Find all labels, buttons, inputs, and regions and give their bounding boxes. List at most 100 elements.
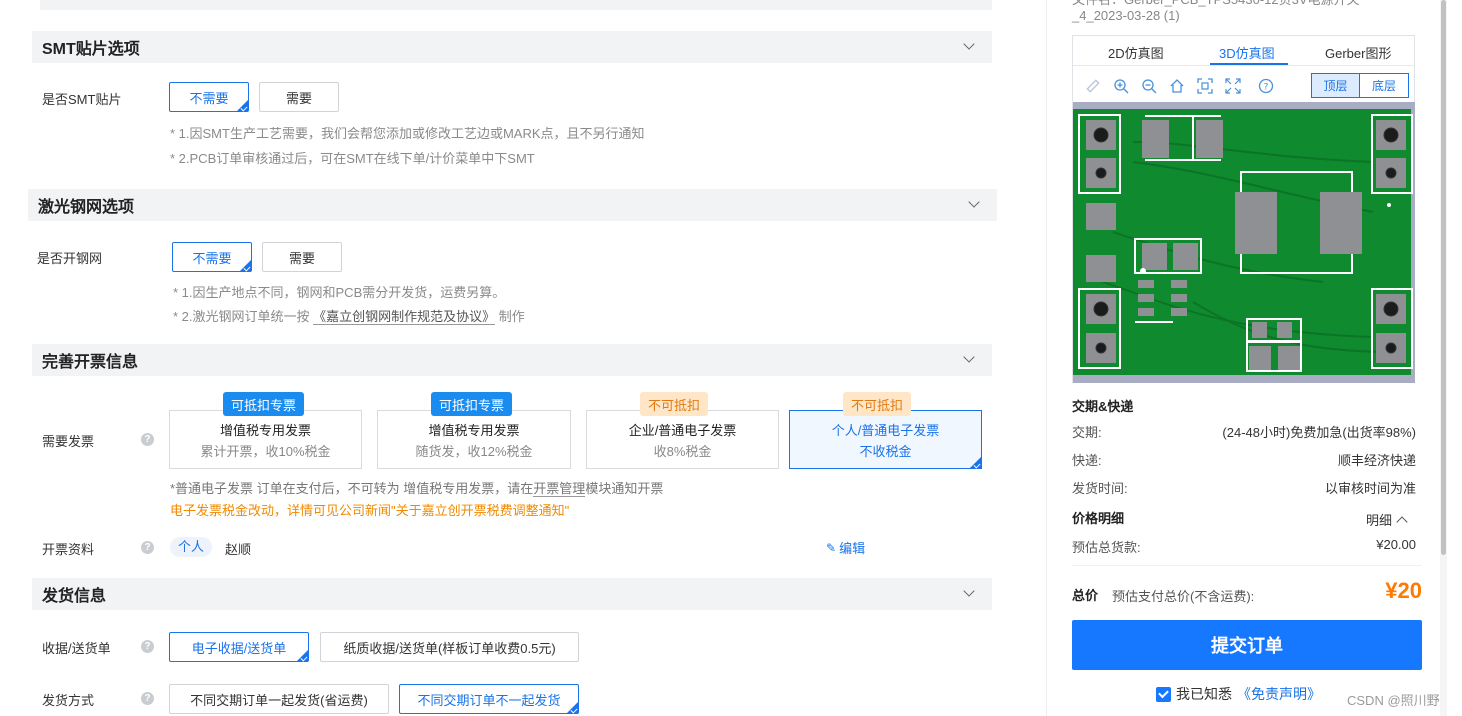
invoice-option-company-electronic[interactable]: 企业/普通电子发票 收8%税金	[586, 410, 779, 469]
courier-value: 顺丰经济快递	[1337, 453, 1416, 468]
deductible-badge: 可抵扣专票	[223, 392, 305, 416]
fit-view-icon[interactable]	[1196, 77, 1214, 95]
smt-option-yes[interactable]: 需要	[259, 82, 339, 112]
shipping-method-separate[interactable]: 不同交期订单不一起发货	[399, 684, 579, 714]
csdn-watermark: CSDN @照川野	[1347, 693, 1440, 708]
invoice-management-link[interactable]: 开票管理	[533, 481, 586, 497]
submit-order-label: 提交订单	[1211, 636, 1283, 656]
stencil-section-header[interactable]: 激光钢网选项	[28, 189, 997, 221]
price-detail-toggle-label: 明细	[1366, 513, 1393, 528]
chevron-down-icon[interactable]	[969, 200, 979, 210]
invoice-option-title: 增值税专用发票	[428, 422, 520, 438]
pcb-3d-view[interactable]	[1073, 102, 1415, 383]
invoice-data-label: 开票资料	[42, 542, 95, 557]
chevron-down-icon[interactable]	[964, 42, 974, 52]
top-card-remnant	[40, 0, 992, 10]
smt-section-header[interactable]: SMT贴片选项	[32, 31, 992, 63]
stencil-section-title: 激光钢网选项	[38, 199, 135, 216]
zoom-out-icon[interactable]	[1140, 77, 1158, 95]
layer-bottom-label: 底层	[1371, 79, 1396, 93]
tab-3d-label: 3D仿真图	[1219, 46, 1275, 61]
chevron-down-icon[interactable]	[964, 355, 974, 365]
invoice-option-desc: 随货发，收12%税金	[415, 443, 533, 459]
help-circle-icon[interactable]: ?	[1257, 77, 1275, 95]
fullscreen-icon[interactable]	[1224, 77, 1242, 95]
invoice-option-title: 个人/普通电子发票	[831, 422, 940, 438]
scrollbar-thumb[interactable]	[1441, 0, 1446, 555]
disclaimer-link[interactable]: 《免责声明》	[1237, 684, 1321, 704]
smt-label: 是否SMT贴片	[42, 92, 122, 107]
agree-checkbox[interactable]	[1156, 686, 1171, 702]
price-detail-toggle[interactable]: 明细	[1366, 510, 1408, 529]
receipt-option-electronic[interactable]: 电子收据/送货单	[169, 632, 309, 662]
smt-note-1: * 1.因SMT生产工艺需要，我们会帮您添加或修改工艺边或MARK点，且不另行通…	[170, 126, 645, 141]
invoice-option-vat-monthly[interactable]: 增值税专用发票 累计开票，收10%税金	[169, 410, 362, 469]
receipt-option-paper[interactable]: 纸质收据/送货单(样板订单收费0.5元)	[320, 632, 579, 662]
receipt-label: 收据/送货单	[42, 641, 111, 656]
invoice-note-1-suffix: 模块通知开票	[585, 481, 664, 496]
ruler-icon[interactable]	[1084, 77, 1102, 95]
tab-3d[interactable]: 3D仿真图	[1219, 43, 1275, 62]
help-icon[interactable]: ?	[141, 640, 154, 653]
stencil-option-no[interactable]: 不需要	[172, 242, 252, 272]
invoice-section-title: 完善开票信息	[42, 354, 139, 371]
svg-text:?: ?	[1264, 83, 1269, 93]
smt-option-no-label: 不需要	[189, 90, 229, 106]
invoice-option-title: 企业/普通电子发票	[628, 422, 737, 438]
stencil-note-2: * 2.激光钢网订单统一按 《嘉立创钢网制作规范及协议》 制作	[173, 306, 525, 325]
total-price: ¥20	[1385, 578, 1422, 603]
file-name-line-2: _4_2023-03-28 (1)	[1072, 8, 1180, 23]
invoice-option-desc: 不收税金	[859, 443, 912, 459]
home-icon[interactable]	[1168, 77, 1186, 95]
invoice-note-1: *普通电子发票 订单在支付后，不可转为 增值税专用发票，请在开票管理模块通知开票	[170, 478, 663, 497]
shipping-method-together[interactable]: 不同交期订单一起发货(省运费)	[169, 684, 389, 714]
stencil-option-no-label: 不需要	[192, 250, 232, 266]
stencil-option-yes[interactable]: 需要	[262, 242, 342, 272]
estimated-total-value: ¥20.00	[1376, 537, 1416, 552]
agree-row: 我已知悉 《免责声明》	[1156, 684, 1321, 704]
tab-gerber[interactable]: Gerber图形	[1325, 43, 1391, 62]
invoice-section-header[interactable]: 完善开票信息	[32, 344, 992, 376]
smt-option-yes-label: 需要	[285, 90, 312, 106]
shipping-section-header[interactable]: 发货信息	[32, 578, 992, 610]
tab-gerber-label: Gerber图形	[1325, 46, 1392, 61]
total-label: 总价	[1072, 588, 1099, 603]
invoice-option-vat-with-goods[interactable]: 增值税专用发票 随货发，收12%税金	[377, 410, 571, 469]
tab-2d-label: 2D仿真图	[1108, 46, 1164, 61]
agree-text: 我已知悉	[1176, 686, 1232, 702]
smt-option-no[interactable]: 不需要	[169, 82, 249, 112]
invoice-note-1-prefix: *普通电子发票 订单在支付后，不可转为 增值税专用发票，请在	[170, 481, 534, 496]
zoom-in-icon[interactable]	[1112, 77, 1130, 95]
pcb-board-graphic	[1073, 109, 1413, 375]
pencil-icon: ✎	[826, 540, 837, 555]
shipping-method-separate-label: 不同交期订单不一起发货	[417, 692, 561, 708]
layer-bottom-button[interactable]: 底层	[1359, 73, 1409, 98]
file-name: 文件名：Gerber_PCB_TPS5430-12负3V电源开关 _4_2023…	[1072, 0, 1360, 24]
invoice-note-2[interactable]: 电子发票税金改动，详情可见公司新闻"关于嘉立创开票税费调整通知"	[170, 500, 569, 519]
shipping-section-title: 发货信息	[42, 588, 107, 605]
non-deductible-badge: 不可抵扣	[843, 392, 912, 416]
tab-2d[interactable]: 2D仿真图	[1108, 43, 1164, 62]
invoice-label: 需要发票	[42, 434, 95, 449]
stencil-label: 是否开钢网	[37, 251, 103, 266]
file-name-line-1: 文件名：Gerber_PCB_TPS5430-12负3V电源开关	[1072, 0, 1360, 8]
invoice-edit-label: 编辑	[839, 541, 866, 556]
help-icon[interactable]: ?	[141, 541, 154, 554]
chevron-down-icon[interactable]	[964, 589, 974, 599]
ship-time-value: 以审核时间为准	[1324, 481, 1416, 496]
receipt-option-paper-label: 纸质收据/送货单(样板订单收费0.5元)	[343, 640, 556, 656]
invoice-edit-button[interactable]: ✎ 编辑	[826, 538, 865, 557]
tabs-divider	[1073, 65, 1414, 66]
estimated-total-label: 预估总货款:	[1072, 540, 1141, 555]
submit-order-button[interactable]: 提交订单	[1072, 620, 1422, 670]
smt-section-title: SMT贴片选项	[42, 41, 140, 58]
invoice-option-personal-electronic[interactable]: 个人/普通电子发票 不收税金	[789, 410, 982, 469]
stencil-spec-link[interactable]: 《嘉立创钢网制作规范及协议》	[313, 309, 496, 325]
lead-time-value: (24-48小时)免费加急(出货率98%)	[1222, 425, 1416, 440]
help-icon[interactable]: ?	[141, 692, 154, 705]
layer-top-button[interactable]: 顶层	[1311, 73, 1360, 98]
lead-time-label: 交期:	[1072, 425, 1102, 440]
stencil-option-yes-label: 需要	[288, 250, 315, 266]
price-title: 价格明细	[1072, 511, 1125, 526]
help-icon[interactable]: ?	[141, 433, 154, 446]
